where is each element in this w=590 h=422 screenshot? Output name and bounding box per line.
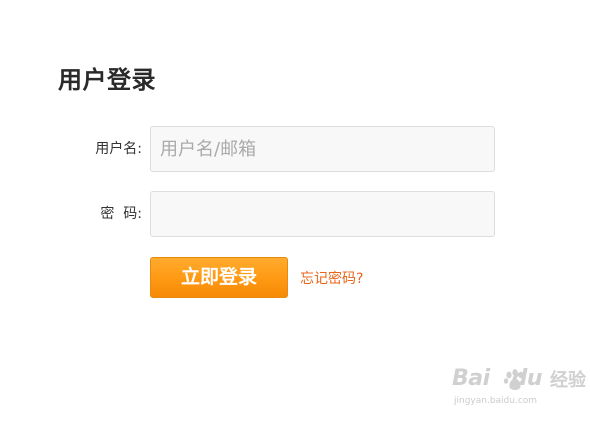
- watermark-name: 经验: [550, 370, 586, 391]
- baidu-paw-icon: [503, 369, 524, 390]
- username-label: 用户名:: [95, 141, 142, 157]
- watermark-url: jingyan.baidu.com: [454, 396, 538, 406]
- password-input[interactable]: [150, 191, 495, 237]
- baidu-jingyan-watermark: Bai du 经验 jingyan.baidu.com: [452, 365, 586, 413]
- forgot-password-link[interactable]: 忘记密码?: [300, 269, 363, 289]
- watermark-brand: Bai du: [452, 365, 543, 393]
- username-input[interactable]: [150, 126, 495, 172]
- page-title: 用户登录: [58, 66, 156, 94]
- login-button[interactable]: 立即登录: [150, 257, 288, 298]
- password-label: 密 码:: [100, 206, 142, 222]
- watermark-brand-prefix: Bai: [452, 366, 490, 391]
